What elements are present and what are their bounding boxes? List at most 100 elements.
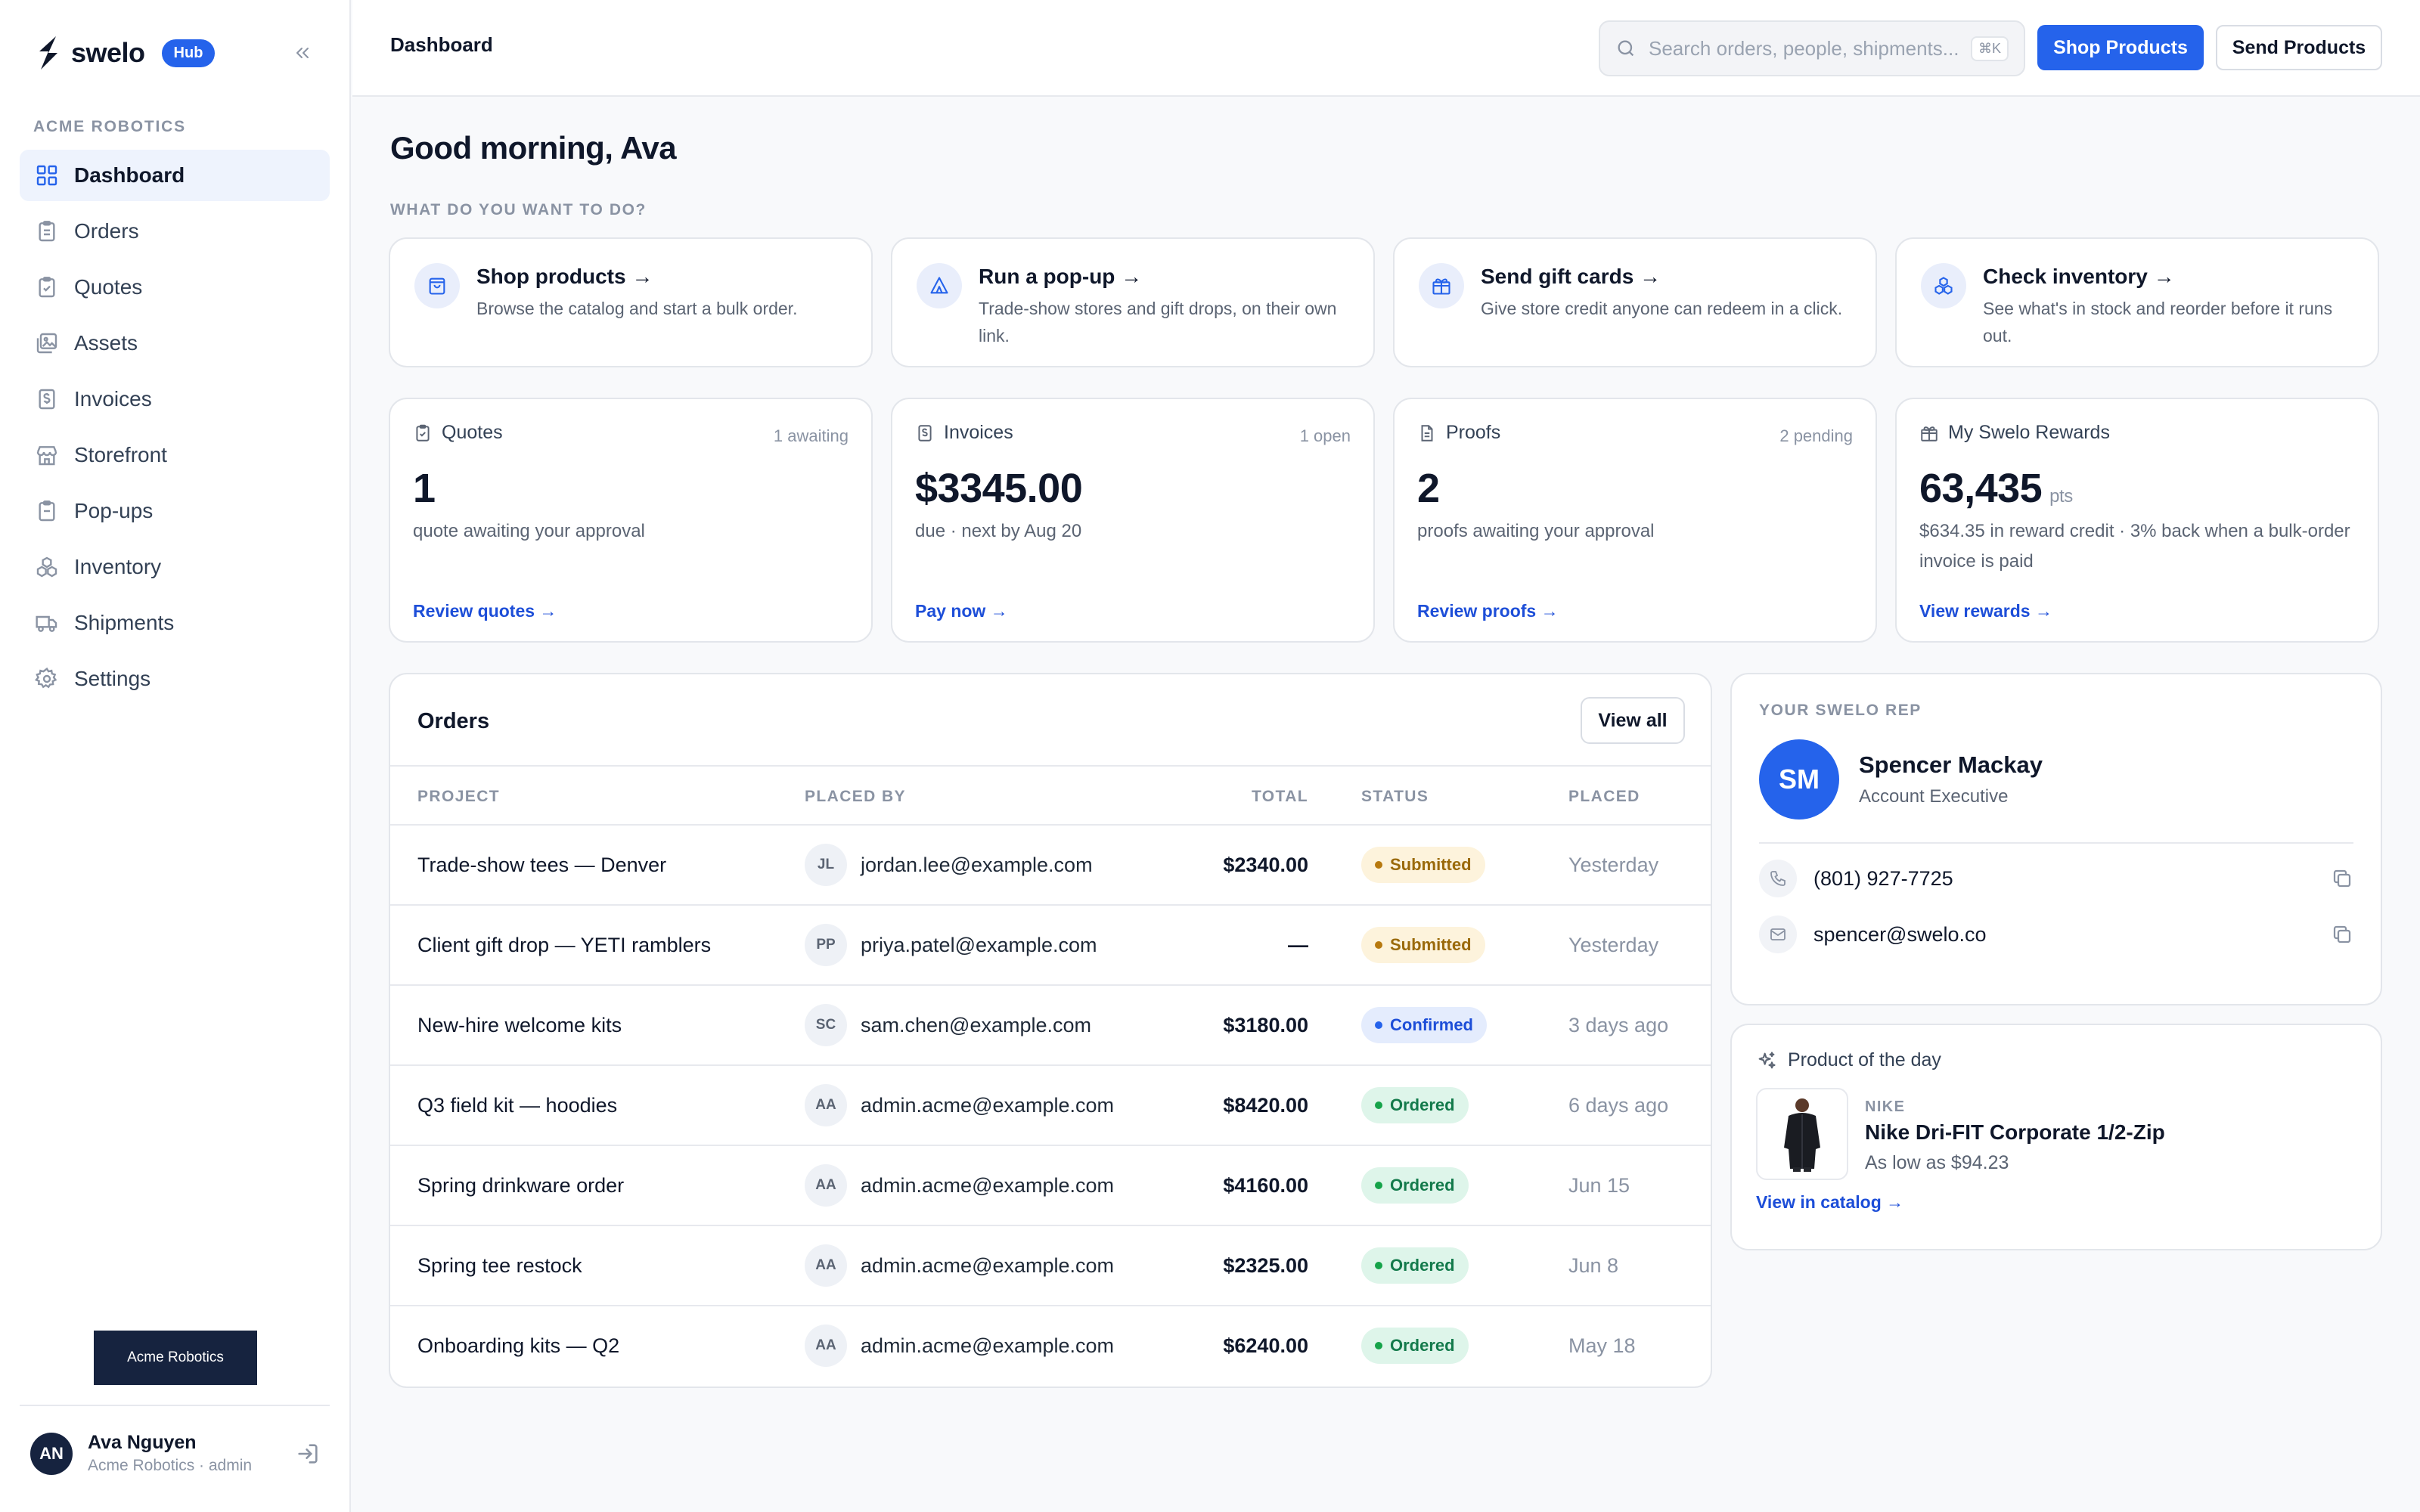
user-name: Ava Nguyen: [88, 1432, 197, 1453]
avatar: AN: [30, 1432, 73, 1475]
stat-side-note: 1 open: [1299, 426, 1351, 445]
sidebar-item-label: Quotes: [74, 275, 143, 299]
send-products-button[interactable]: Send Products: [2216, 25, 2382, 70]
status-label: Ordered: [1390, 1336, 1455, 1355]
action-icon-wrap: [1419, 263, 1464, 308]
order-placed-by: AA admin.acme@example.com: [805, 1306, 1114, 1385]
search-input[interactable]: Search orders, people, shipments... ⌘K: [1599, 20, 2025, 76]
search-shortcut: ⌘K: [1970, 36, 2009, 61]
collapse-sidebar-button[interactable]: [289, 39, 316, 67]
truck-icon: [36, 615, 57, 632]
action-card-run-popup[interactable]: Run a pop-up → Trade-show stores and gif…: [891, 237, 1375, 367]
view-all-orders-button[interactable]: View all: [1581, 697, 1685, 744]
tent-icon: [930, 277, 948, 294]
pay-now-link[interactable]: Pay now →: [915, 601, 1008, 621]
order-placed-date: May 18: [1568, 1334, 1636, 1357]
table-row[interactable]: Client gift drop — YETI ramblers PP priya.…: [390, 906, 1711, 986]
brand-name: swelo: [71, 37, 145, 68]
stat-side-note: 1 awaiting: [773, 426, 849, 445]
column-header-project[interactable]: PROJECT: [417, 788, 500, 806]
swelo-logo-icon: [39, 36, 57, 70]
rep-email-row[interactable]: spencer@swelo.co: [1759, 907, 2353, 962]
order-placed-by: AA admin.acme@example.com: [805, 1146, 1114, 1225]
column-header-placed[interactable]: PLACED: [1568, 788, 1640, 806]
order-total: $6240.00: [1223, 1334, 1308, 1357]
table-row[interactable]: Onboarding kits — Q2 AA admin.acme@example…: [390, 1306, 1711, 1387]
action-card-shop-products[interactable]: Shop products → Browse the catalog and s…: [389, 237, 873, 367]
action-title: Run a pop-up →: [979, 265, 1143, 288]
sidebar-item-storefront[interactable]: Storefront: [20, 429, 330, 481]
product-image[interactable]: [1756, 1088, 1848, 1180]
order-project: New-hire welcome kits: [417, 1013, 622, 1036]
sidebar-item-inventory[interactable]: Inventory: [20, 541, 330, 593]
stat-description: due · next by Aug 20: [915, 521, 1082, 541]
sidebar-item-orders[interactable]: Orders: [20, 206, 330, 257]
order-placed-date: Jun 8: [1568, 1253, 1619, 1277]
brand-logo[interactable]: swelo Hub: [33, 33, 216, 73]
column-header-placed-by[interactable]: PLACED BY: [805, 788, 906, 806]
document-icon: [1421, 424, 1433, 442]
stat-description: proofs awaiting your approval: [1417, 521, 1655, 541]
review-proofs-link[interactable]: Review proofs →: [1417, 601, 1559, 621]
status-dot: [1375, 861, 1382, 869]
stat-description: quote awaiting your approval: [413, 521, 645, 541]
status-badge: Ordered: [1361, 1087, 1469, 1123]
rep-phone-row[interactable]: (801) 927-7725: [1759, 851, 2353, 906]
sidebar-item-assets[interactable]: Assets: [20, 318, 330, 369]
table-body: Trade-show tees — Denver JL jordan.lee@exa…: [390, 826, 1711, 1387]
org-switcher-button[interactable]: Acme Robotics: [94, 1331, 257, 1385]
avatar: AA: [805, 1244, 847, 1287]
sidebar-item-shipments[interactable]: Shipments: [20, 597, 330, 649]
copy-icon[interactable]: [2331, 923, 2353, 946]
shop-products-button[interactable]: Shop Products: [2037, 25, 2204, 70]
org-label: ACME ROBOTICS: [33, 118, 186, 135]
copy-icon[interactable]: [2331, 867, 2353, 890]
action-card-check-inventory[interactable]: Check inventory → See what's in stock an…: [1895, 237, 2379, 367]
view-rewards-link[interactable]: View rewards →: [1919, 601, 2052, 621]
order-email: admin.acme@example.com: [861, 1253, 1115, 1277]
store-icon: [36, 446, 57, 466]
table-row[interactable]: Trade-show tees — Denver JL jordan.lee@exa…: [390, 826, 1711, 906]
search-placeholder: Search orders, people, shipments...: [1649, 36, 1959, 60]
stat-title: Quotes: [442, 422, 503, 443]
order-placed-date: Jun 15: [1568, 1173, 1630, 1197]
column-header-total[interactable]: TOTAL: [1252, 788, 1308, 806]
sparkles-icon: [1758, 1051, 1776, 1068]
image-gallery-icon: [36, 333, 57, 354]
clipboard-icon: [39, 221, 55, 242]
logout-icon[interactable]: [295, 1441, 321, 1467]
sidebar-item-pop-ups[interactable]: Pop-ups: [20, 485, 330, 537]
table-row[interactable]: Q3 field kit — hoodies AA admin.acme@examp…: [390, 1066, 1711, 1146]
rewards-unit: pts: [2049, 486, 2073, 507]
sidebar-item-dashboard[interactable]: Dashboard: [20, 150, 330, 201]
sidebar-item-quotes[interactable]: Quotes: [20, 262, 330, 313]
status-badge: Ordered: [1361, 1328, 1469, 1364]
status-dot: [1375, 941, 1382, 949]
gift-icon: [1432, 278, 1450, 295]
sidebar-item-settings[interactable]: Settings: [20, 653, 330, 705]
status-badge: Ordered: [1361, 1247, 1469, 1284]
action-card-send-gift-cards[interactable]: Send gift cards → Give store credit anyo…: [1393, 237, 1877, 367]
sidebar-item-label: Settings: [74, 667, 151, 690]
view-in-catalog-link[interactable]: View in catalog →: [1756, 1192, 2356, 1213]
table-row[interactable]: New-hire welcome kits SC sam.chen@example.…: [390, 986, 1711, 1066]
product-of-the-day-label: Product of the day: [1788, 1049, 1941, 1070]
table-row[interactable]: Spring tee restock AA admin.acme@example.c…: [390, 1226, 1711, 1306]
review-quotes-link[interactable]: Review quotes →: [413, 601, 557, 621]
action-icon-wrap: [414, 263, 460, 308]
sidebar-divider: [20, 1405, 330, 1406]
clipboard-list-icon: [39, 500, 55, 522]
order-email: priya.patel@example.com: [861, 933, 1097, 956]
user-profile[interactable]: AN Ava Nguyen Acme Robotics · admin: [30, 1432, 252, 1475]
table-row[interactable]: Spring drinkware order AA admin.acme@examp…: [390, 1146, 1711, 1226]
sidebar-item-label: Inventory: [74, 555, 162, 578]
table-header: PROJECT PLACED BY TOTAL STATUS PLACED: [390, 765, 1711, 826]
column-header-status[interactable]: STATUS: [1361, 788, 1429, 806]
status-label: Confirmed: [1390, 1015, 1473, 1034]
order-email: admin.acme@example.com: [861, 1093, 1115, 1117]
sidebar-item-invoices[interactable]: Invoices: [20, 373, 330, 425]
product-of-the-day-card: Product of the day NIKE Nike Dri-FIT Cor…: [1730, 1024, 2382, 1250]
action-title: Send gift cards →: [1481, 265, 1661, 288]
order-placed-by: JL jordan.lee@example.com: [805, 826, 1093, 904]
status-label: Ordered: [1390, 1256, 1455, 1275]
